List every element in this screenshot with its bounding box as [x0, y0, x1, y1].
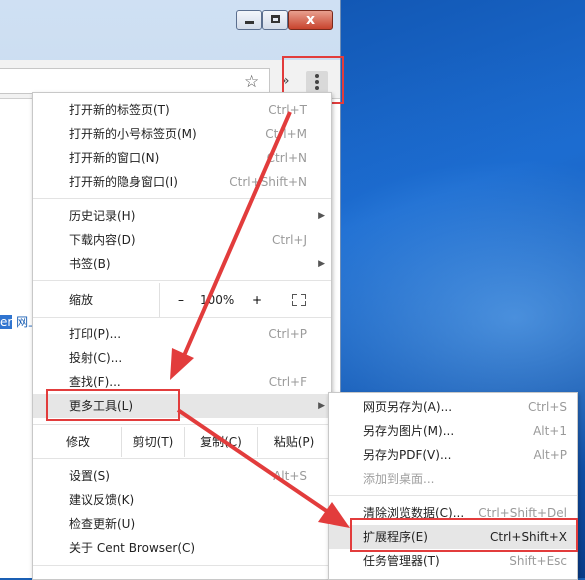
menu-item-label: 打开新的隐身窗口(I) [69, 175, 178, 189]
zoom-controls: – 100% + [159, 283, 332, 317]
menu-item-shortcut: Ctrl+M [265, 127, 307, 141]
close-button[interactable]: x [288, 10, 333, 30]
submenu-item-save-page[interactable]: 网页另存为(A)... Ctrl+S [329, 395, 577, 419]
submenu-item-label: 另存为图片(M)... [363, 424, 455, 438]
menu-item-shortcut: Ctrl+Shift+N [229, 175, 307, 189]
zoom-label: 缩放 [69, 293, 94, 307]
maximize-button[interactable] [262, 10, 288, 30]
menu-item-label: 检查更新(U) [69, 517, 136, 531]
paste-button[interactable]: 粘贴(P) [258, 427, 330, 457]
menu-item-new-small-tab[interactable]: 打开新的小号标签页(M) Ctrl+M [33, 122, 331, 146]
submenu-item-shortcut: Alt+P [533, 448, 567, 462]
edit-row: 修改 剪切(T) 复制(C) 粘贴(P) [33, 427, 331, 457]
menu-item-shortcut: Ctrl+T [268, 103, 307, 117]
submenu-item-shortcut: Alt+1 [533, 424, 567, 438]
submenu-item-label: 另存为PDF(V)... [363, 448, 452, 462]
menu-item-label: 书签(B) [69, 257, 111, 271]
menu-item-check-updates[interactable]: 检查更新(U) [33, 512, 331, 536]
menu-item-label: 投射(C)... [69, 351, 123, 365]
menu-item-cast[interactable]: 投射(C)... [33, 346, 331, 370]
more-tools-highlight [46, 389, 180, 421]
close-icon: x [305, 12, 316, 28]
menu-item-label: 关于 Cent Browser(C) [69, 541, 196, 555]
menu-item-shortcut: Ctrl+N [266, 151, 307, 165]
menu-item-shortcut: Ctrl+P [268, 327, 307, 341]
menu-item-label: 建议反馈(K) [69, 493, 135, 507]
address-bar[interactable]: ☆ [0, 68, 270, 94]
submenu-item-label: 网页另存为(A)... [363, 400, 453, 414]
cut-button[interactable]: 剪切(T) [122, 427, 184, 457]
menu-separator [33, 458, 331, 459]
copy-button[interactable]: 复制(C) [185, 427, 257, 457]
menu-item-new-incognito-window[interactable]: 打开新的隐身窗口(I) Ctrl+Shift+N [33, 170, 331, 194]
menu-separator [33, 424, 331, 425]
menu-item-label: 历史记录(H) [69, 209, 136, 223]
title-bar: x [0, 0, 340, 34]
menu-item-settings[interactable]: 设置(S) Alt+S [33, 464, 331, 488]
main-menu: 打开新的标签页(T) Ctrl+T 打开新的小号标签页(M) Ctrl+M 打开… [32, 92, 332, 580]
fullscreen-icon[interactable] [292, 294, 306, 306]
edit-label: 修改 [65, 435, 90, 449]
maximize-icon [271, 15, 280, 23]
submenu-item-save-image[interactable]: 另存为图片(M)... Alt+1 [329, 419, 577, 443]
zoom-out-button[interactable]: – [178, 283, 184, 317]
menu-item-bookmarks[interactable]: 书签(B) ▶ [33, 252, 331, 276]
submenu-arrow-icon: ▶ [318, 211, 325, 221]
menu-separator [33, 317, 331, 318]
submenu-item-label: 任务管理器(T) [363, 554, 440, 568]
menu-item-feedback[interactable]: 建议反馈(K) [33, 488, 331, 512]
submenu-separator [329, 495, 577, 496]
selected-text: er [0, 315, 13, 329]
submenu-item-label: 添加到桌面... [363, 472, 435, 486]
menu-item-label: 打印(P)... [69, 327, 122, 341]
zoom-level: 100% [200, 293, 235, 307]
menu-item-label: 下载内容(D) [69, 233, 136, 247]
menu-item-shortcut: Alt+S [273, 469, 307, 483]
menu-item-shortcut: Ctrl+F [268, 375, 307, 389]
submenu-item-shortcut: Shift+Esc [509, 554, 567, 568]
submenu-arrow-icon: ▶ [318, 401, 325, 411]
zoom-row: 缩放 – 100% + [33, 283, 331, 317]
minimize-button[interactable] [236, 10, 262, 30]
menu-item-about[interactable]: 关于 Cent Browser(C) [33, 536, 331, 560]
menu-item-label: 打开新的窗口(N) [69, 151, 160, 165]
submenu-arrow-icon: ▶ [318, 259, 325, 269]
menu-item-shortcut: Ctrl+J [272, 233, 307, 247]
menu-item-downloads[interactable]: 下载内容(D) Ctrl+J [33, 228, 331, 252]
zoom-in-button[interactable]: + [252, 283, 262, 317]
submenu-item-task-manager[interactable]: 任务管理器(T) Shift+Esc [329, 549, 577, 573]
submenu-item-shortcut: Ctrl+S [527, 400, 567, 414]
menu-item-new-tab[interactable]: 打开新的标签页(T) Ctrl+T [33, 98, 331, 122]
minimize-icon [245, 21, 254, 24]
menu-separator [33, 565, 331, 566]
menu-item-print[interactable]: 打印(P)... Ctrl+P [33, 322, 331, 346]
menu-item-history[interactable]: 历史记录(H) ▶ [33, 204, 331, 228]
menu-item-new-window[interactable]: 打开新的窗口(N) Ctrl+N [33, 146, 331, 170]
submenu-item-save-pdf[interactable]: 另存为PDF(V)... Alt+P [329, 443, 577, 467]
menu-item-label: 设置(S) [69, 469, 110, 483]
extensions-highlight [350, 518, 578, 552]
menu-item-label: 打开新的标签页(T) [69, 103, 170, 117]
menu-separator [33, 198, 331, 199]
submenu-item-add-to-desktop: 添加到桌面... [329, 467, 577, 491]
menu-item-label: 打开新的小号标签页(M) [69, 127, 197, 141]
menu-separator [33, 280, 331, 281]
